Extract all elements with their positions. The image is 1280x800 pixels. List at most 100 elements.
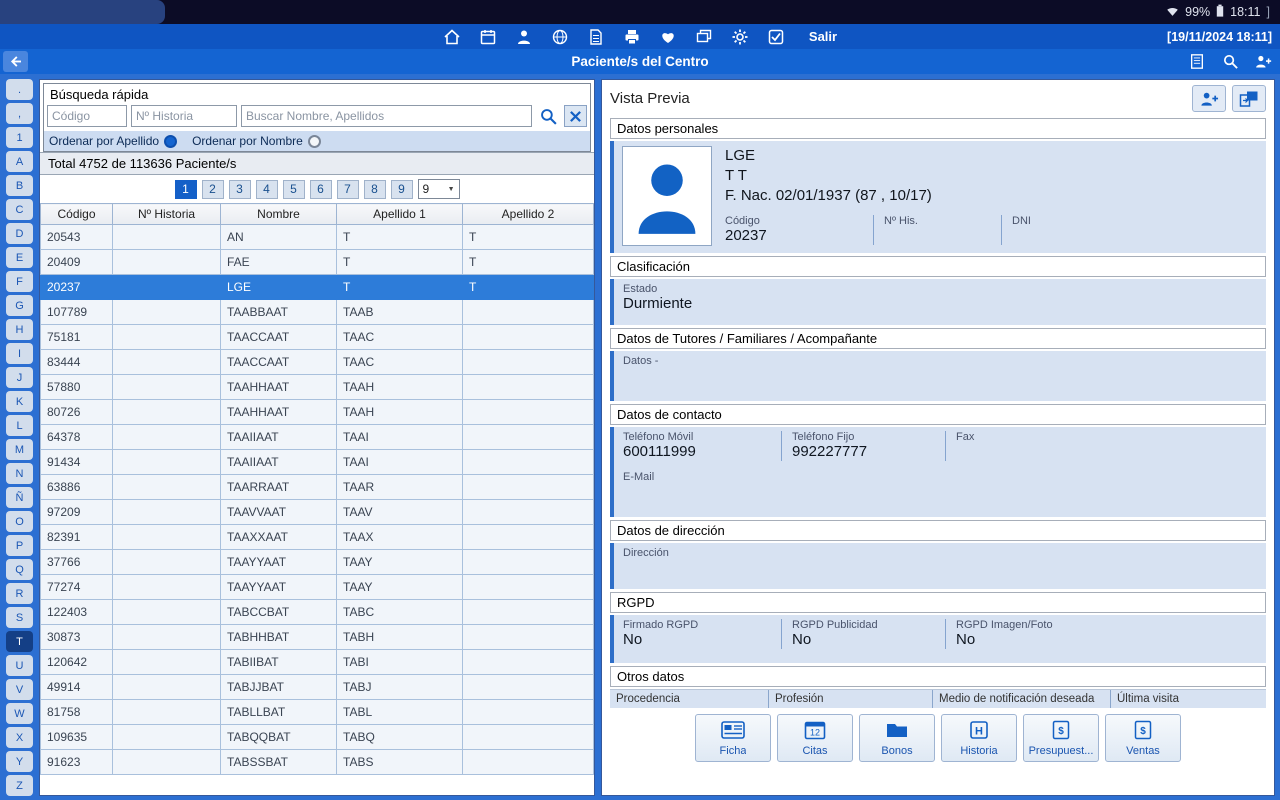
alphabet-letter[interactable]: . <box>6 79 33 100</box>
heart-icon[interactable] <box>659 27 678 46</box>
table-row[interactable]: 64378TAAIIAATTAAI <box>41 425 594 450</box>
fijo-value: 992227777 <box>792 443 945 461</box>
alphabet-letter[interactable]: T <box>6 631 33 652</box>
home-icon[interactable] <box>443 27 462 46</box>
alphabet-letter[interactable]: G <box>6 295 33 316</box>
historia-button[interactable]: H Historia <box>941 714 1017 762</box>
page-button[interactable]: 2 <box>202 180 224 199</box>
citas-button[interactable]: 12 Citas <box>777 714 853 762</box>
table-row[interactable]: 77274TAAYYAATTAAY <box>41 575 594 600</box>
patient-icon[interactable] <box>515 27 534 46</box>
page-button[interactable]: 1 <box>175 180 197 199</box>
table-row[interactable]: 97209TAAVVAATTAAV <box>41 500 594 525</box>
bonos-button[interactable]: Bonos <box>859 714 935 762</box>
ventas-button[interactable]: $ Ventas <box>1105 714 1181 762</box>
presupuestos-button[interactable]: $ Presupuest... <box>1023 714 1099 762</box>
table-row[interactable]: 120642TABIIBATTABI <box>41 650 594 675</box>
printer-icon[interactable] <box>623 27 642 46</box>
cards-icon[interactable] <box>695 27 714 46</box>
alphabet-letter[interactable]: H <box>6 319 33 340</box>
alphabet-letter[interactable]: I <box>6 343 33 364</box>
alphabet-letter[interactable]: Y <box>6 751 33 772</box>
tasks-icon[interactable] <box>767 27 786 46</box>
table-row[interactable]: 75181TAACCAATTAAC <box>41 325 594 350</box>
alphabet-letter[interactable]: Z <box>6 775 33 796</box>
alphabet-letter[interactable]: Q <box>6 559 33 580</box>
ficha-button[interactable]: Ficha <box>695 714 771 762</box>
table-row[interactable]: 20409FAETT <box>41 250 594 275</box>
alphabet-letter[interactable]: B <box>6 175 33 196</box>
page-button[interactable]: 3 <box>229 180 251 199</box>
column-header[interactable]: Código <box>41 204 113 225</box>
table-row[interactable]: 109635TABQQBATTABQ <box>41 725 594 750</box>
search-icon[interactable] <box>1221 53 1239 71</box>
alphabet-letter[interactable]: R <box>6 583 33 604</box>
alphabet-letter[interactable]: C <box>6 199 33 220</box>
otros-columns: ProcedenciaProfesiónMedio de notificació… <box>610 689 1266 708</box>
alphabet-letter[interactable]: S <box>6 607 33 628</box>
transfer-patient-icon[interactable] <box>1232 85 1266 112</box>
order-by-apellido-radio[interactable] <box>164 135 177 148</box>
table-row[interactable]: 30873TABHHBATTABH <box>41 625 594 650</box>
alphabet-letter[interactable]: U <box>6 655 33 676</box>
alphabet-letter[interactable]: D <box>6 223 33 244</box>
search-name-input[interactable] <box>241 105 532 127</box>
table-row[interactable]: 20543ANTT <box>41 225 594 250</box>
table-row[interactable]: 122403TABCCBATTABC <box>41 600 594 625</box>
page-button[interactable]: 4 <box>256 180 278 199</box>
globe-icon[interactable] <box>551 27 570 46</box>
clear-search-button[interactable] <box>564 105 587 127</box>
alphabet-letter[interactable]: L <box>6 415 33 436</box>
table-row[interactable]: 37766TAAYYAATTAAY <box>41 550 594 575</box>
alphabet-letter[interactable]: P <box>6 535 33 556</box>
order-by-nombre-radio[interactable] <box>308 135 321 148</box>
alphabet-letter[interactable]: V <box>6 679 33 700</box>
table-row[interactable]: 107789TAABBAATTAAB <box>41 300 594 325</box>
alphabet-letter[interactable]: Ñ <box>6 487 33 508</box>
alphabet-letter[interactable]: X <box>6 727 33 748</box>
table-row[interactable]: 80726TAAHHAATTAAH <box>41 400 594 425</box>
alphabet-letter[interactable]: F <box>6 271 33 292</box>
table-row[interactable]: 82391TAAXXAATTAAX <box>41 525 594 550</box>
historia-input[interactable] <box>131 105 237 127</box>
alphabet-letter[interactable]: J <box>6 367 33 388</box>
fijo-label: Teléfono Fijo <box>792 431 945 443</box>
table-row[interactable]: 57880TAAHHAATTAAH <box>41 375 594 400</box>
alphabet-letter[interactable]: , <box>6 103 33 124</box>
alphabet-letter[interactable]: K <box>6 391 33 412</box>
add-patient-icon[interactable] <box>1254 53 1272 71</box>
column-header[interactable]: Nº Historia <box>113 204 221 225</box>
page-button[interactable]: 5 <box>283 180 305 199</box>
page-size-select[interactable]: 9 ▼ <box>418 179 460 199</box>
table-row[interactable]: 49914TABJJBATTABJ <box>41 675 594 700</box>
report-icon[interactable] <box>1188 53 1206 71</box>
page-button[interactable]: 7 <box>337 180 359 199</box>
settings-icon[interactable] <box>731 27 750 46</box>
table-row[interactable]: 20237LGETT <box>41 275 594 300</box>
table-row[interactable]: 91623TABSSBATTABS <box>41 750 594 775</box>
search-button[interactable] <box>536 105 560 127</box>
alphabet-letter[interactable]: N <box>6 463 33 484</box>
exit-button[interactable]: Salir <box>809 29 837 44</box>
alphabet-letter[interactable]: O <box>6 511 33 532</box>
alphabet-letter[interactable]: E <box>6 247 33 268</box>
alphabet-letter[interactable]: 1 <box>6 127 33 148</box>
column-header[interactable]: Apellido 1 <box>337 204 463 225</box>
column-header[interactable]: Apellido 2 <box>463 204 594 225</box>
table-row[interactable]: 81758TABLLBATTABL <box>41 700 594 725</box>
page-button[interactable]: 6 <box>310 180 332 199</box>
page-button[interactable]: 9 <box>391 180 413 199</box>
column-header[interactable]: Nombre <box>221 204 337 225</box>
alphabet-letter[interactable]: A <box>6 151 33 172</box>
table-row[interactable]: 91434TAAIIAATTAAI <box>41 450 594 475</box>
codigo-input[interactable] <box>47 105 127 127</box>
add-patient-icon[interactable] <box>1192 85 1226 112</box>
calendar-icon[interactable] <box>479 27 498 46</box>
document-icon[interactable] <box>587 27 606 46</box>
table-row[interactable]: 83444TAACCAATTAAC <box>41 350 594 375</box>
alphabet-letter[interactable]: M <box>6 439 33 460</box>
table-row[interactable]: 63886TAARRAATTAAR <box>41 475 594 500</box>
back-button[interactable] <box>3 51 28 72</box>
page-button[interactable]: 8 <box>364 180 386 199</box>
alphabet-letter[interactable]: W <box>6 703 33 724</box>
